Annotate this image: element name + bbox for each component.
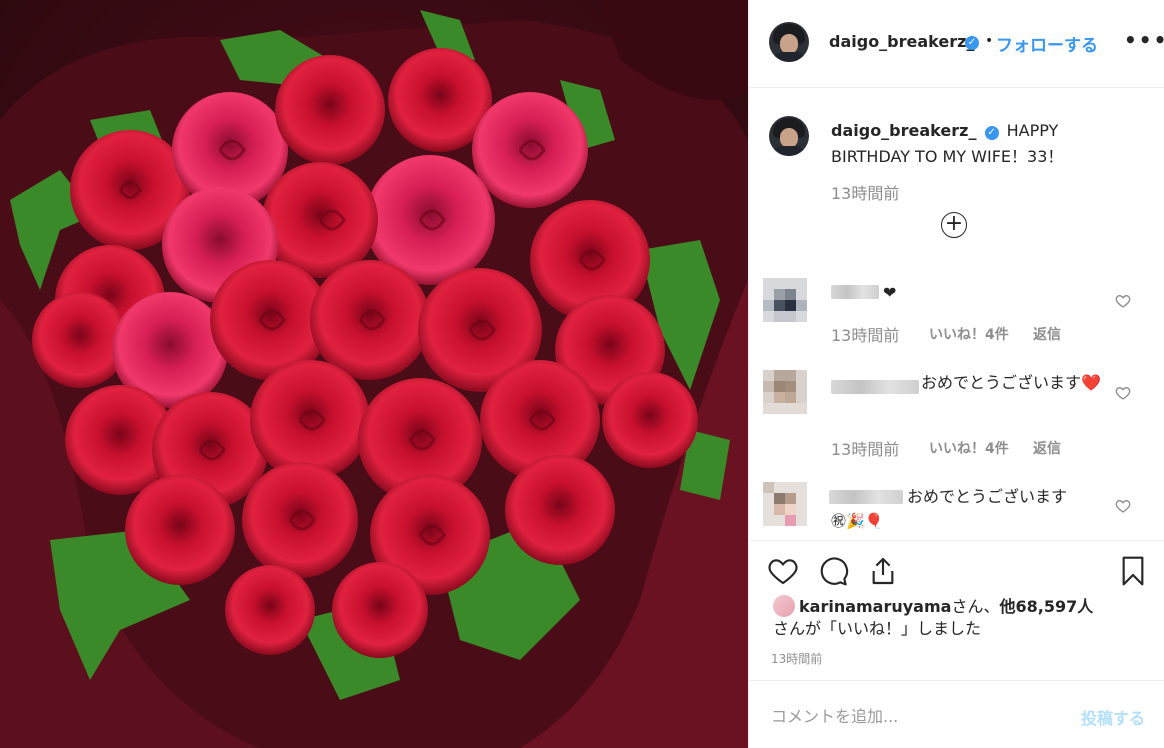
verified-badge-icon: ✓ (965, 36, 979, 50)
comment-text: ❤ (883, 283, 897, 302)
liker-username[interactable]: karinamaruyama (799, 597, 951, 616)
post-photo[interactable] (0, 0, 748, 748)
header-separator: • (985, 33, 994, 49)
comment-like-heart-icon[interactable] (1115, 293, 1131, 309)
comment-timestamp[interactable]: 13時間前 (831, 322, 899, 346)
pixelated-avatar-icon (763, 482, 807, 526)
pixelated-avatar-icon (763, 370, 807, 414)
comment-username-blurred[interactable] (831, 285, 879, 299)
comment-text: おめでとうございます❤️ (921, 373, 1101, 392)
liker-avatar[interactable] (773, 595, 795, 617)
comment-like-heart-icon[interactable] (1115, 385, 1131, 401)
post-header: daigo_breakerz_ ✓ • フォローする ••• (749, 0, 1164, 88)
comment-like-count[interactable]: いいね！4件 (929, 324, 1009, 344)
instagram-post-page: daigo_breakerz_ ✓ • フォローする ••• daigo_bre… (0, 0, 1164, 748)
caption-author-username[interactable]: daigo_breakerz_ (831, 121, 976, 140)
comment-bar: 投稿する (749, 680, 1164, 748)
rose-bouquet-image (0, 0, 748, 748)
share-icon[interactable] (867, 555, 899, 587)
comment-reply-button[interactable]: 返信 (1033, 324, 1061, 344)
caption-author-avatar[interactable] (769, 116, 809, 156)
comment-text: おめでとうございます (907, 487, 1068, 506)
pixelated-avatar-icon (763, 278, 807, 322)
caption-verified-badge-icon: ✓ (984, 126, 999, 140)
comment-bubble-icon[interactable] (817, 555, 849, 587)
comment-avatar[interactable] (763, 482, 807, 526)
more-options-icon[interactable]: ••• (1124, 28, 1164, 52)
comment-username-blurred[interactable] (829, 490, 903, 504)
like-heart-icon[interactable] (767, 555, 799, 587)
comment-emoji: ㊗🎉🎈 (831, 512, 884, 530)
comment-like-heart-icon[interactable] (1115, 498, 1131, 514)
add-comment-input[interactable] (769, 701, 1063, 731)
comment-username-blurred[interactable] (831, 380, 919, 394)
load-more-comments-icon[interactable]: + (941, 212, 967, 238)
likes-suffix-1: さん、 (951, 597, 1000, 616)
comment-reply-button[interactable]: 返信 (1033, 438, 1061, 458)
author-avatar[interactable] (769, 22, 809, 62)
likes-suffix-2: さんが「いいね！」しました (773, 619, 982, 638)
likes-summary: karinamaruyamaさん、他68,597人 さんが「いいね！」しました (773, 595, 1153, 640)
comment-timestamp[interactable]: 13時間前 (831, 436, 899, 460)
caption-timestamp[interactable]: 13時間前 (831, 180, 899, 204)
post-comment-button[interactable]: 投稿する (1081, 705, 1145, 729)
caption: daigo_breakerz_ ✓ HAPPY BIRTHDAY TO MY W… (831, 118, 1131, 170)
author-username[interactable]: daigo_breakerz_ (829, 32, 974, 51)
post-side-panel: daigo_breakerz_ ✓ • フォローする ••• daigo_bre… (748, 0, 1164, 748)
comment-like-count[interactable]: いいね！4件 (929, 438, 1009, 458)
likes-others-count[interactable]: 他68,597人 (999, 597, 1093, 616)
post-timestamp[interactable]: 13時間前 (771, 650, 822, 667)
comment-avatar[interactable] (763, 370, 807, 414)
bookmark-icon[interactable] (1117, 555, 1149, 587)
follow-button[interactable]: フォローする (996, 31, 1098, 56)
comment-avatar[interactable] (763, 278, 807, 322)
